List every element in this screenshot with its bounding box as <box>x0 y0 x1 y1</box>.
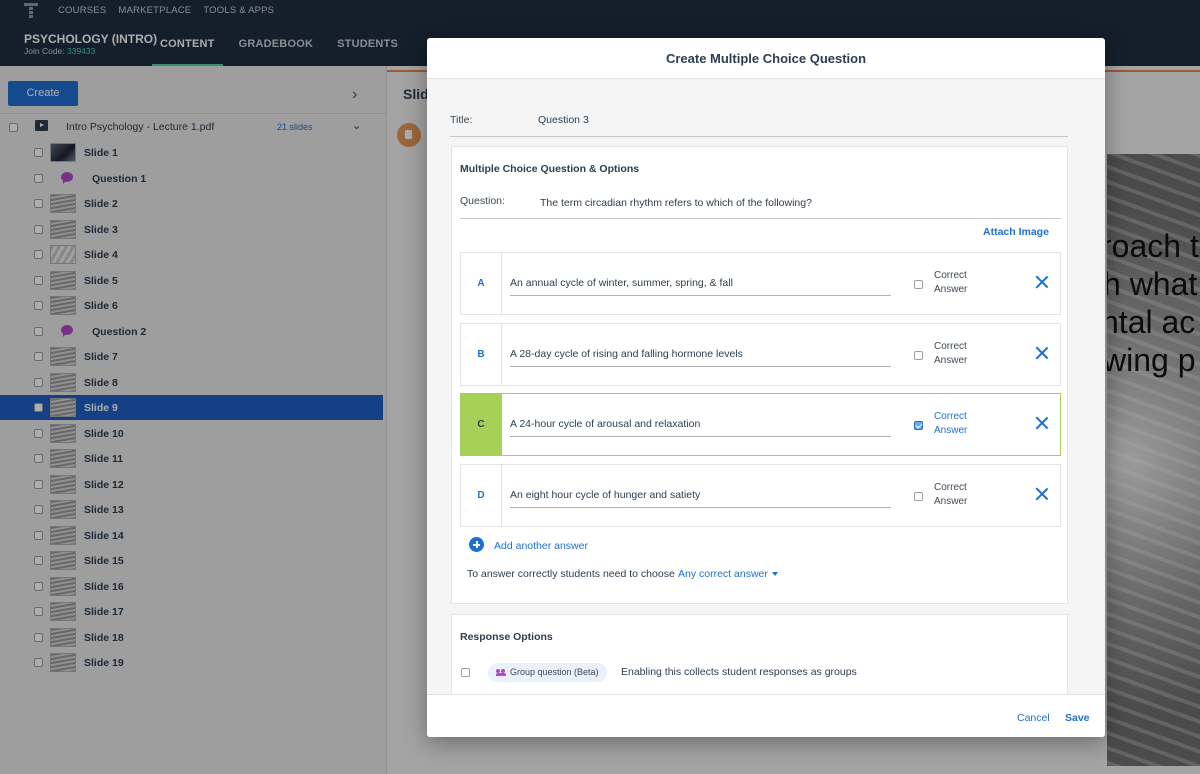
answer-underline <box>510 506 891 508</box>
answer-row: C A 24-hour cycle of arousal and relaxati… <box>460 393 1061 456</box>
answer-input[interactable]: A 28-day cycle of rising and falling hor… <box>510 348 743 360</box>
correct-answer-checkbox[interactable] <box>914 280 923 289</box>
question-label: Question: <box>460 195 505 207</box>
correct-answer-checkbox[interactable] <box>914 350 923 360</box>
correct-answer-checkbox[interactable] <box>914 421 923 430</box>
question-input[interactable]: The term circadian rhythm refers to whic… <box>540 197 812 209</box>
response-options-panel: Response Options Group question (Beta) E… <box>451 614 1068 694</box>
correct-answer-label: Correct Answer <box>934 481 968 507</box>
title-input[interactable]: Question 3 <box>538 114 589 126</box>
close-icon[interactable] <box>1035 275 1049 289</box>
cancel-button[interactable]: Cancel <box>1017 712 1050 724</box>
save-button[interactable]: Save <box>1065 712 1090 724</box>
close-icon[interactable] <box>1035 346 1049 360</box>
answer-input[interactable]: A 24-hour cycle of arousal and relaxatio… <box>510 418 700 430</box>
answer-underline <box>510 436 891 437</box>
correct-answer-label: Correct Answer <box>934 340 968 366</box>
mc-options-panel: Multiple Choice Question & Options Quest… <box>451 146 1068 604</box>
answer-letter: D <box>461 464 502 526</box>
answer-underline <box>510 365 891 367</box>
close-icon[interactable] <box>1035 416 1049 430</box>
answer-input[interactable]: An annual cycle of winter, summer, sprin… <box>510 277 733 289</box>
modal-title: Create Multiple Choice Question <box>427 38 1105 79</box>
rule-text: To answer correctly students need to cho… <box>467 568 675 580</box>
answer-row: A An annual cycle of winter, summer, spri… <box>460 252 1061 315</box>
title-underline <box>450 136 1068 137</box>
rule-dropdown-value: Any correct answer <box>678 568 768 580</box>
correct-answer-checkbox[interactable] <box>914 491 923 501</box>
answer-letter: B <box>461 323 502 385</box>
caret-down-icon <box>771 572 778 577</box>
response-heading: Response Options <box>460 631 553 643</box>
group-pill-label: Group question (Beta) <box>510 667 599 677</box>
add-circle-icon[interactable] <box>469 537 484 552</box>
modal-body: Title: Question 3 Multiple Choice Questi… <box>427 79 1105 694</box>
group-description: Enabling this collects student responses… <box>621 666 857 678</box>
group-question-checkbox[interactable] <box>461 668 470 677</box>
create-question-modal: Create Multiple Choice Question Title: Q… <box>427 38 1105 737</box>
add-answer-button[interactable]: Add another answer <box>494 540 588 552</box>
answer-row: B A 28-day cycle of rising and falling ho… <box>460 322 1061 386</box>
answer-input[interactable]: An eight hour cycle of hunger and satiet… <box>510 489 700 501</box>
answer-underline <box>510 295 891 296</box>
group-icon <box>496 669 506 676</box>
correct-answer-label: Correct Answer <box>934 411 968 436</box>
correct-answer-label: Correct Answer <box>934 270 968 295</box>
answer-row: D An eight hour cycle of hunger and satie… <box>460 463 1061 527</box>
attach-image-button[interactable]: Attach Image <box>983 226 1049 238</box>
section-heading: Multiple Choice Question & Options <box>460 163 640 175</box>
close-icon[interactable] <box>1035 487 1049 501</box>
answer-letter: C <box>461 394 502 455</box>
answer-letter: A <box>461 253 502 314</box>
modal-footer: Cancel Save <box>427 694 1105 737</box>
rule-dropdown[interactable]: Any correct answer <box>678 568 778 580</box>
group-question-pill: Group question (Beta) <box>488 663 607 682</box>
title-label: Title: <box>450 114 473 126</box>
question-underline <box>460 218 1061 219</box>
